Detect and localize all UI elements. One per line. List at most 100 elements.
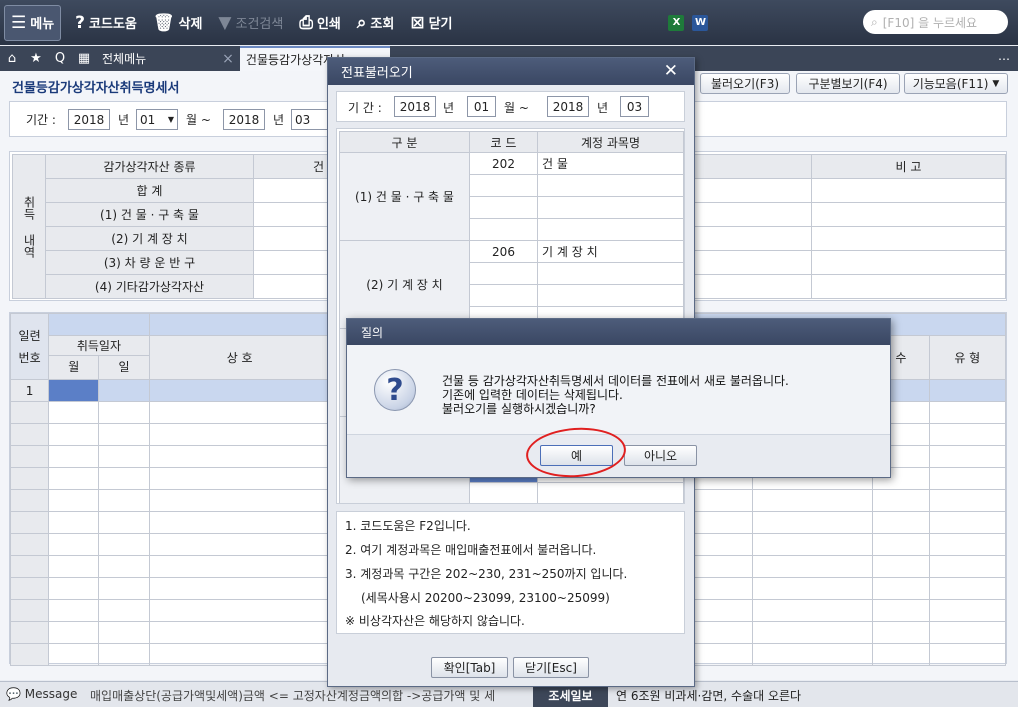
cell[interactable]: [928, 643, 1007, 666]
code-cell[interactable]: 206: [469, 240, 538, 263]
cell[interactable]: [751, 511, 874, 534]
cell[interactable]: [148, 511, 331, 534]
cell[interactable]: [148, 555, 331, 578]
account-cell[interactable]: [537, 174, 684, 197]
no-button[interactable]: 아니오: [624, 445, 697, 466]
cancel-button[interactable]: 닫기[Esc]: [513, 657, 589, 678]
delete-button[interactable]: 🗑 삭제: [145, 5, 211, 41]
cell[interactable]: [98, 621, 150, 644]
cell[interactable]: [811, 274, 1006, 299]
excel-export-button[interactable]: X: [660, 5, 692, 41]
account-cell[interactable]: 기 계 장 치: [537, 240, 684, 263]
cell[interactable]: [48, 423, 100, 446]
condition-search-button[interactable]: ▼ 조건검색: [210, 5, 291, 41]
cell[interactable]: [751, 643, 874, 666]
cell[interactable]: [48, 555, 100, 578]
close-icon[interactable]: ×: [222, 51, 234, 67]
menu-search-input[interactable]: ⌕ [F10] 을 누르세요: [863, 10, 1008, 34]
to-year-input[interactable]: 2018: [223, 109, 265, 130]
quick-search-icon[interactable]: Q: [48, 46, 72, 71]
code-cell[interactable]: 202: [469, 152, 538, 175]
cell[interactable]: [98, 533, 150, 556]
cell[interactable]: [98, 445, 150, 468]
cell[interactable]: [928, 533, 1007, 556]
news-ticker[interactable]: 연 6조원 비과세·감면, 수술대 오른다: [616, 687, 801, 704]
code-cell[interactable]: [469, 174, 538, 197]
cell[interactable]: [872, 533, 930, 556]
cell[interactable]: [811, 250, 1006, 275]
cell[interactable]: [872, 489, 930, 512]
kind-cell[interactable]: [928, 379, 1007, 402]
cell[interactable]: [928, 489, 1007, 512]
cell[interactable]: [48, 511, 100, 534]
cell[interactable]: [928, 401, 1007, 424]
cell[interactable]: [751, 577, 874, 600]
cell[interactable]: [48, 577, 100, 600]
category-view-button[interactable]: 구분별보기(F4): [796, 73, 900, 94]
account-cell[interactable]: 건 물: [537, 152, 684, 175]
ok-button[interactable]: 확인[Tab]: [431, 657, 508, 678]
account-cell[interactable]: [537, 262, 684, 285]
cell[interactable]: [928, 621, 1007, 644]
cell[interactable]: [98, 489, 150, 512]
cell[interactable]: [48, 445, 100, 468]
account-cell[interactable]: [537, 218, 684, 241]
code-cell[interactable]: [469, 196, 538, 219]
cell[interactable]: [48, 533, 100, 556]
lookup-button[interactable]: ⌕ 조회: [349, 5, 402, 41]
word-export-button[interactable]: W: [692, 5, 716, 41]
print-button[interactable]: ⎙ 인쇄: [291, 5, 349, 41]
cell[interactable]: [98, 467, 150, 490]
cell[interactable]: [98, 577, 150, 600]
grid-icon[interactable]: ▦: [72, 46, 96, 71]
home-icon[interactable]: ⌂: [0, 46, 24, 71]
functions-button[interactable]: 기능모음(F11) ▼: [904, 73, 1008, 94]
cell[interactable]: [872, 555, 930, 578]
cell[interactable]: [98, 555, 150, 578]
cell[interactable]: [98, 643, 150, 666]
cell[interactable]: [148, 445, 331, 468]
cell[interactable]: [928, 423, 1007, 446]
code-help-button[interactable]: ? 코드도움: [67, 5, 145, 41]
cell[interactable]: [48, 467, 100, 490]
cell[interactable]: [872, 621, 930, 644]
voucher-to-year[interactable]: 2018: [547, 96, 589, 117]
cell[interactable]: [148, 643, 331, 666]
account-cell[interactable]: [537, 482, 684, 503]
more-icon[interactable]: ⋯: [990, 46, 1018, 71]
code-cell[interactable]: [469, 482, 538, 503]
cell[interactable]: [148, 621, 331, 644]
cell[interactable]: [98, 511, 150, 534]
menu-button[interactable]: ☰ 메뉴: [4, 4, 62, 41]
cell[interactable]: [48, 643, 100, 666]
day-cell[interactable]: [98, 379, 150, 402]
cell[interactable]: [872, 643, 930, 666]
cell[interactable]: [928, 599, 1007, 622]
voucher-from-year[interactable]: 2018: [394, 96, 436, 117]
cell[interactable]: [148, 577, 331, 600]
cell[interactable]: [148, 599, 331, 622]
cell[interactable]: [148, 401, 331, 424]
code-cell[interactable]: [469, 284, 538, 307]
cell[interactable]: [48, 401, 100, 424]
cell[interactable]: [751, 489, 874, 512]
tab-all-menu[interactable]: 전체메뉴 ×: [96, 46, 240, 71]
cell[interactable]: [811, 202, 1006, 227]
cell[interactable]: [928, 555, 1007, 578]
cell[interactable]: [872, 599, 930, 622]
close-button[interactable]: ⊠ 닫기: [402, 5, 460, 41]
month-cell[interactable]: [48, 379, 100, 402]
cell[interactable]: [148, 423, 331, 446]
load-button[interactable]: 불러오기(F3): [700, 73, 790, 94]
cell[interactable]: [872, 577, 930, 600]
cell[interactable]: [98, 401, 150, 424]
cell[interactable]: [872, 511, 930, 534]
cell[interactable]: [148, 467, 331, 490]
voucher-to-month[interactable]: 03: [620, 96, 649, 117]
cell[interactable]: [928, 467, 1007, 490]
account-cell[interactable]: [537, 196, 684, 219]
cell[interactable]: [928, 445, 1007, 468]
from-year-input[interactable]: 2018: [68, 109, 110, 130]
cell[interactable]: [928, 577, 1007, 600]
cell[interactable]: [928, 511, 1007, 534]
